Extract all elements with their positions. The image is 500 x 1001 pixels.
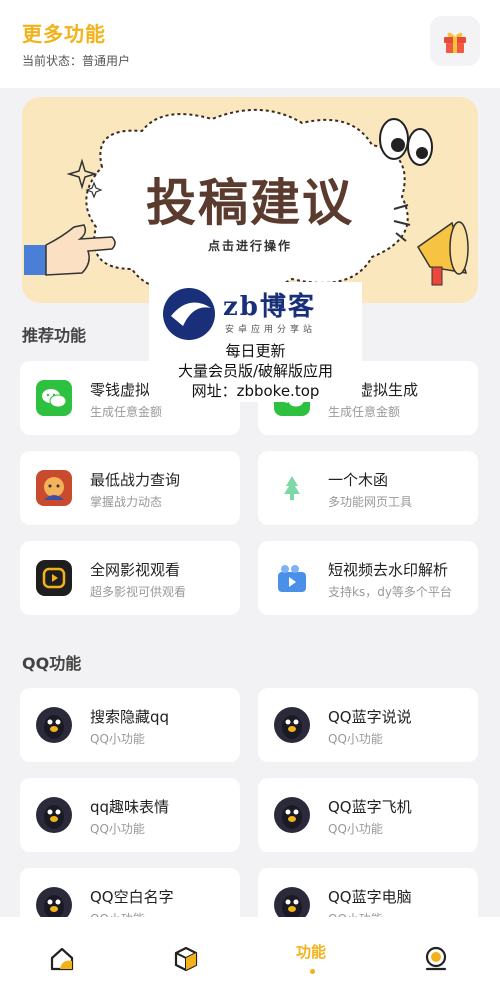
watermark-slogan: 安卓应用分享站 <box>225 325 317 335</box>
qq-penguin-icon <box>36 797 72 833</box>
submission-banner[interactable]: 投稿建议 点击进行操作 <box>22 97 478 303</box>
card-desc: 支持ks，dy等多个平台 <box>328 585 452 599</box>
card-recommend-4[interactable]: 一个木函 多功能网页工具 <box>258 451 478 525</box>
tree-icon <box>274 470 310 506</box>
user-status: 当前状态：普通用户 <box>22 54 131 68</box>
card-title: 搜索隐藏qq <box>90 708 170 726</box>
card-desc: 生成任意金额 <box>90 405 163 419</box>
brand-logo-icon <box>161 286 217 346</box>
card-desc: 生成任意金额 <box>328 405 401 419</box>
play-icon <box>36 560 72 596</box>
card-desc: QQ小功能 <box>90 732 145 746</box>
gift-icon <box>444 32 466 53</box>
card-title: QQ空白名字 <box>90 888 174 906</box>
card-qq-3[interactable]: qq趣味表情 QQ小功能 <box>20 778 240 852</box>
card-desc: 掌握战力动态 <box>90 495 163 509</box>
card-recommend-5[interactable]: 全网影视观看 超多影视可供观看 <box>20 541 240 615</box>
app-header: 更多功能 当前状态：普通用户 <box>0 0 500 88</box>
game-icon <box>36 470 72 506</box>
section-title-recommend: 推荐功能 <box>22 326 87 345</box>
qq-penguin-icon <box>36 707 72 743</box>
watermark-line-3: 网址：zbboke.top <box>191 382 320 400</box>
card-title: QQ蓝字电脑 <box>328 888 412 906</box>
section-title-qq: QQ功能 <box>22 654 82 673</box>
profile-icon <box>425 946 447 971</box>
card-desc: 多功能网页工具 <box>328 495 413 509</box>
nav-profile[interactable] <box>416 939 456 979</box>
card-title: 最低战力查询 <box>90 471 181 489</box>
watermark-line-2: 大量会员版/破解版应用 <box>177 362 334 380</box>
card-title: QQ蓝字说说 <box>328 708 412 726</box>
gift-button[interactable] <box>430 16 480 66</box>
card-qq-2[interactable]: QQ蓝字说说 QQ小功能 <box>258 688 478 762</box>
banner-subtitle: 点击进行操作 <box>207 239 292 253</box>
nav-discover[interactable] <box>166 939 206 979</box>
watermark-line-1: 每日更新 <box>225 342 286 360</box>
card-desc: 超多影视可供观看 <box>90 585 187 599</box>
watermark-brand: zb博客 <box>223 292 316 322</box>
card-desc: QQ小功能 <box>328 732 383 746</box>
card-title: QQ蓝字飞机 <box>328 798 412 816</box>
home-icon <box>50 947 74 971</box>
watermark-overlay: zb博客 安卓应用分享站 每日更新 大量会员版/破解版应用 网址：zbboke.… <box>149 282 362 402</box>
card-title: 全网影视观看 <box>90 561 181 579</box>
card-title: 一个木函 <box>328 471 389 489</box>
card-recommend-3[interactable]: 最低战力查询 掌握战力动态 <box>20 451 240 525</box>
wechat-icon <box>36 380 72 416</box>
card-desc: QQ小功能 <box>328 822 383 836</box>
qq-penguin-icon <box>274 707 310 743</box>
card-title: qq趣味表情 <box>90 798 170 816</box>
active-indicator <box>310 969 315 974</box>
card-recommend-6[interactable]: 短视频去水印解析 支持ks，dy等多个平台 <box>258 541 478 615</box>
card-title: 短视频去水印解析 <box>328 561 449 579</box>
cube-icon <box>174 946 198 972</box>
bottom-navigation: 功能 <box>0 917 500 1001</box>
card-desc: QQ小功能 <box>90 822 145 836</box>
banner-title: 投稿建议 <box>146 173 354 232</box>
nav-home[interactable] <box>42 939 82 979</box>
qq-penguin-icon <box>274 797 310 833</box>
nav-function-tab[interactable]: 功能 <box>296 941 326 962</box>
page-title: 更多功能 <box>22 22 106 46</box>
card-qq-1[interactable]: 搜索隐藏qq QQ小功能 <box>20 688 240 762</box>
video-icon <box>274 560 310 596</box>
card-qq-4[interactable]: QQ蓝字飞机 QQ小功能 <box>258 778 478 852</box>
